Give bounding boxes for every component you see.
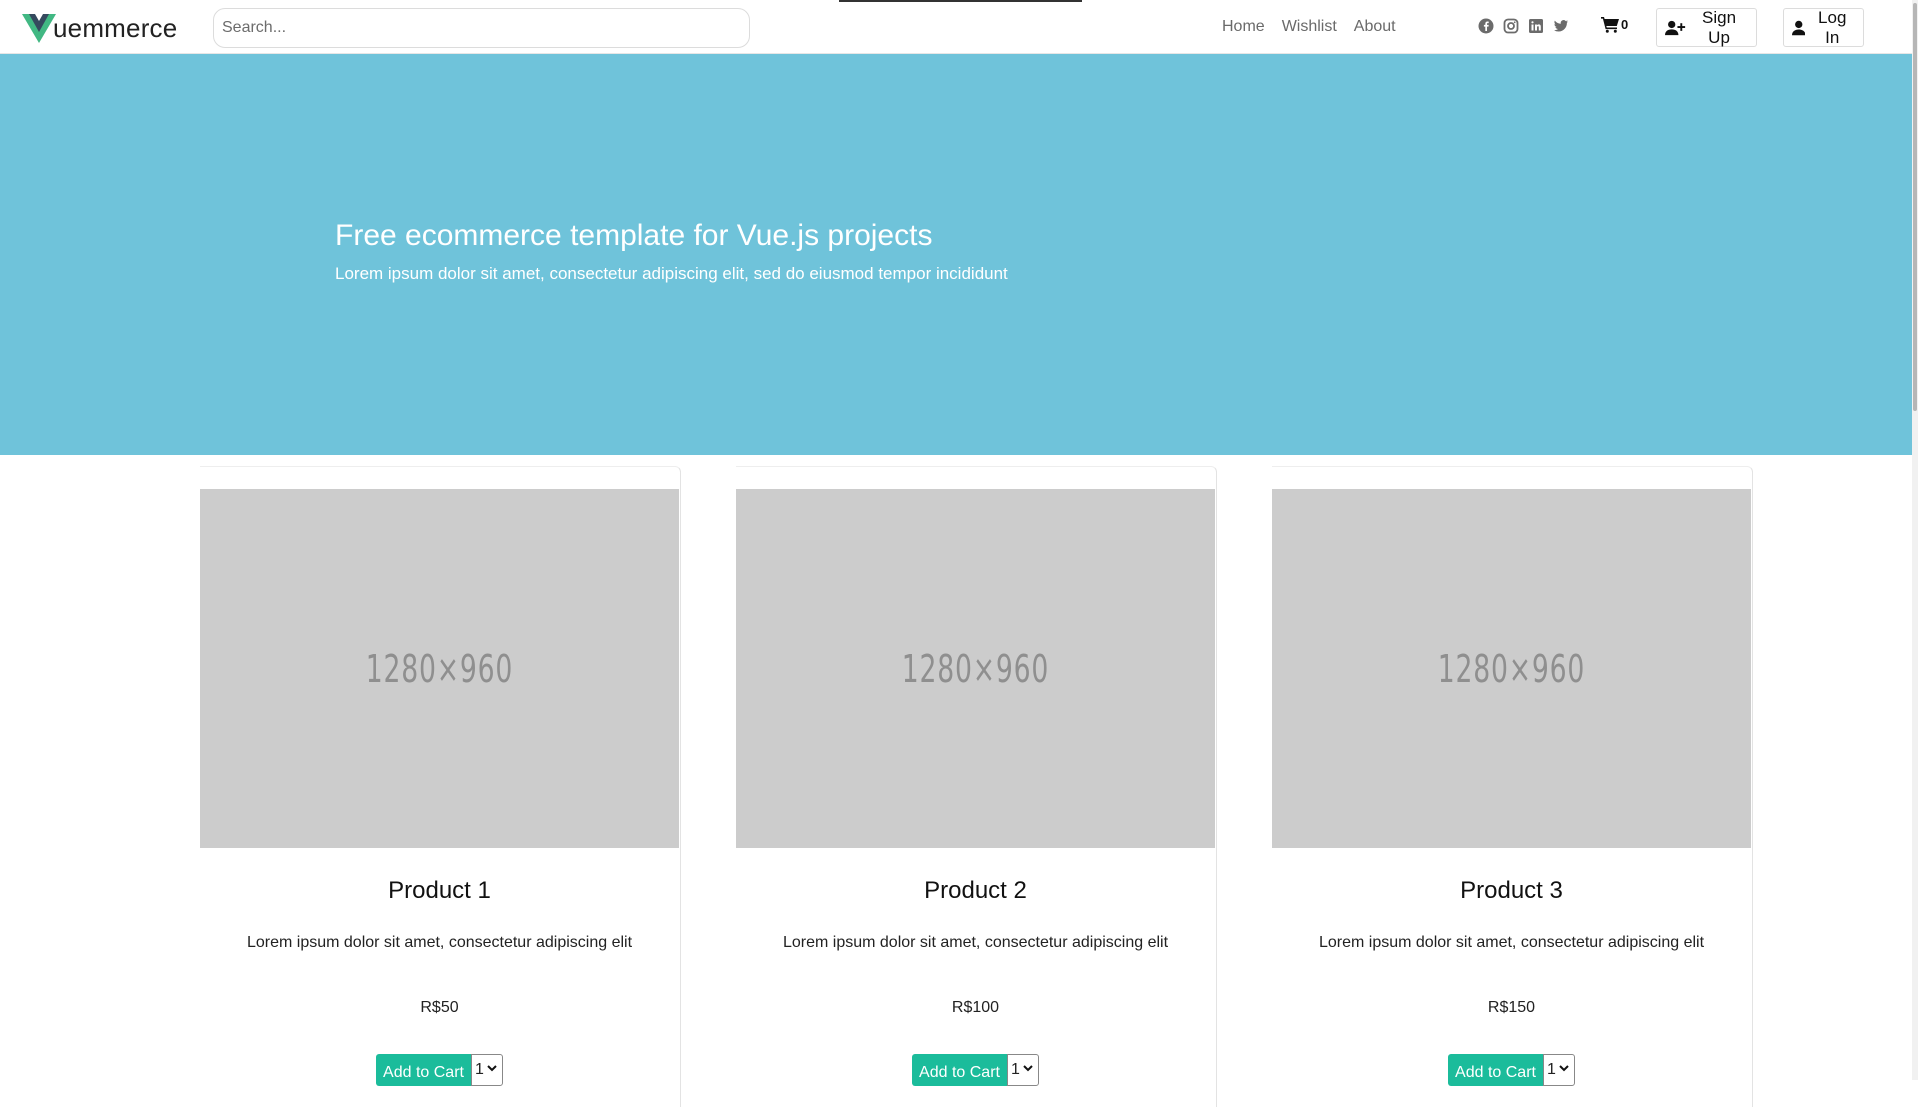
- active-tab-indicator: [839, 0, 1082, 2]
- nav-about-link[interactable]: About: [1354, 18, 1396, 36]
- hero-title: Free ecommerce template for Vue.js proje…: [335, 219, 933, 252]
- nav-wishlist-link[interactable]: Wishlist: [1282, 18, 1337, 36]
- product-title[interactable]: Product 1: [200, 877, 679, 905]
- product-title[interactable]: Product 2: [736, 877, 1215, 905]
- page-scrollbar[interactable]: [1912, 0, 1918, 1080]
- chevron-down-icon: [1559, 1065, 1569, 1072]
- add-to-cart-button[interactable]: Add to Cart: [1448, 1054, 1543, 1086]
- sign-up-label: Sign Up: [1702, 7, 1737, 47]
- product-image-placeholder[interactable]: 1280×960: [1272, 489, 1751, 848]
- social-links: [1478, 18, 1569, 34]
- product-title[interactable]: Product 3: [1272, 877, 1751, 905]
- scrollbar-thumb[interactable]: [1913, 3, 1917, 411]
- user-icon: [1792, 20, 1806, 35]
- log-in-button[interactable]: Log In: [1783, 8, 1864, 47]
- brand-name: uemmerce: [53, 12, 178, 43]
- cart-link[interactable]: 0: [1601, 16, 1628, 33]
- quantity-value: 1: [1010, 1061, 1020, 1078]
- quantity-value: 1: [1546, 1061, 1556, 1078]
- product-card: 1280×960 Product 2 Lorem ipsum dolor sit…: [736, 466, 1217, 1107]
- linkedin-icon[interactable]: [1528, 18, 1544, 34]
- image-size-label: 1280×960: [901, 646, 1050, 691]
- product-actions: Add to Cart 1: [736, 1054, 1215, 1086]
- product-description: Lorem ipsum dolor sit amet, consectetur …: [782, 934, 1169, 951]
- cart-icon: [1601, 17, 1619, 33]
- add-to-cart-button[interactable]: Add to Cart: [912, 1054, 1007, 1086]
- chevron-down-icon: [1023, 1065, 1033, 1072]
- product-description: Lorem ipsum dolor sit amet, consectetur …: [246, 934, 633, 951]
- instagram-icon[interactable]: [1503, 18, 1519, 34]
- add-to-cart-button[interactable]: Add to Cart: [376, 1054, 471, 1086]
- sign-up-button[interactable]: Sign Up: [1656, 8, 1757, 47]
- hero-banner: Free ecommerce template for Vue.js proje…: [0, 54, 1912, 455]
- brand-logo-link[interactable]: uemmerce: [22, 10, 177, 46]
- twitter-icon[interactable]: [1553, 18, 1569, 34]
- facebook-icon[interactable]: [1478, 18, 1494, 34]
- vue-logo-icon: [22, 14, 56, 43]
- product-price: R$50: [420, 999, 459, 1016]
- chevron-down-icon: [487, 1065, 497, 1072]
- search-input[interactable]: [213, 8, 750, 48]
- cart-count-badge: 0: [1621, 17, 1629, 32]
- product-description: Lorem ipsum dolor sit amet, consectetur …: [1318, 934, 1705, 951]
- product-image-placeholder[interactable]: 1280×960: [200, 489, 679, 848]
- product-card: 1280×960 Product 3 Lorem ipsum dolor sit…: [1272, 466, 1753, 1107]
- image-size-label: 1280×960: [1437, 646, 1586, 691]
- quantity-select[interactable]: 1: [1006, 1054, 1039, 1086]
- product-image-placeholder[interactable]: 1280×960: [736, 489, 1215, 848]
- product-actions: Add to Cart 1: [200, 1054, 679, 1086]
- hero-subtitle: Lorem ipsum dolor sit amet, consectetur …: [335, 264, 1008, 283]
- quantity-select[interactable]: 1: [470, 1054, 503, 1086]
- product-price: R$100: [951, 999, 1000, 1016]
- quantity-select[interactable]: 1: [1542, 1054, 1575, 1086]
- top-navbar: uemmerce Home Wishlist About 0 S: [0, 0, 1912, 54]
- image-size-label: 1280×960: [365, 646, 514, 691]
- product-card: 1280×960 Product 1 Lorem ipsum dolor sit…: [200, 466, 681, 1107]
- main-nav: Home Wishlist About: [1222, 0, 1396, 54]
- product-actions: Add to Cart 1: [1272, 1054, 1751, 1086]
- user-plus-icon: [1665, 20, 1686, 35]
- product-price: R$150: [1487, 999, 1536, 1016]
- quantity-value: 1: [474, 1061, 484, 1078]
- log-in-label: Log In: [1818, 7, 1847, 47]
- nav-home-link[interactable]: Home: [1222, 18, 1265, 36]
